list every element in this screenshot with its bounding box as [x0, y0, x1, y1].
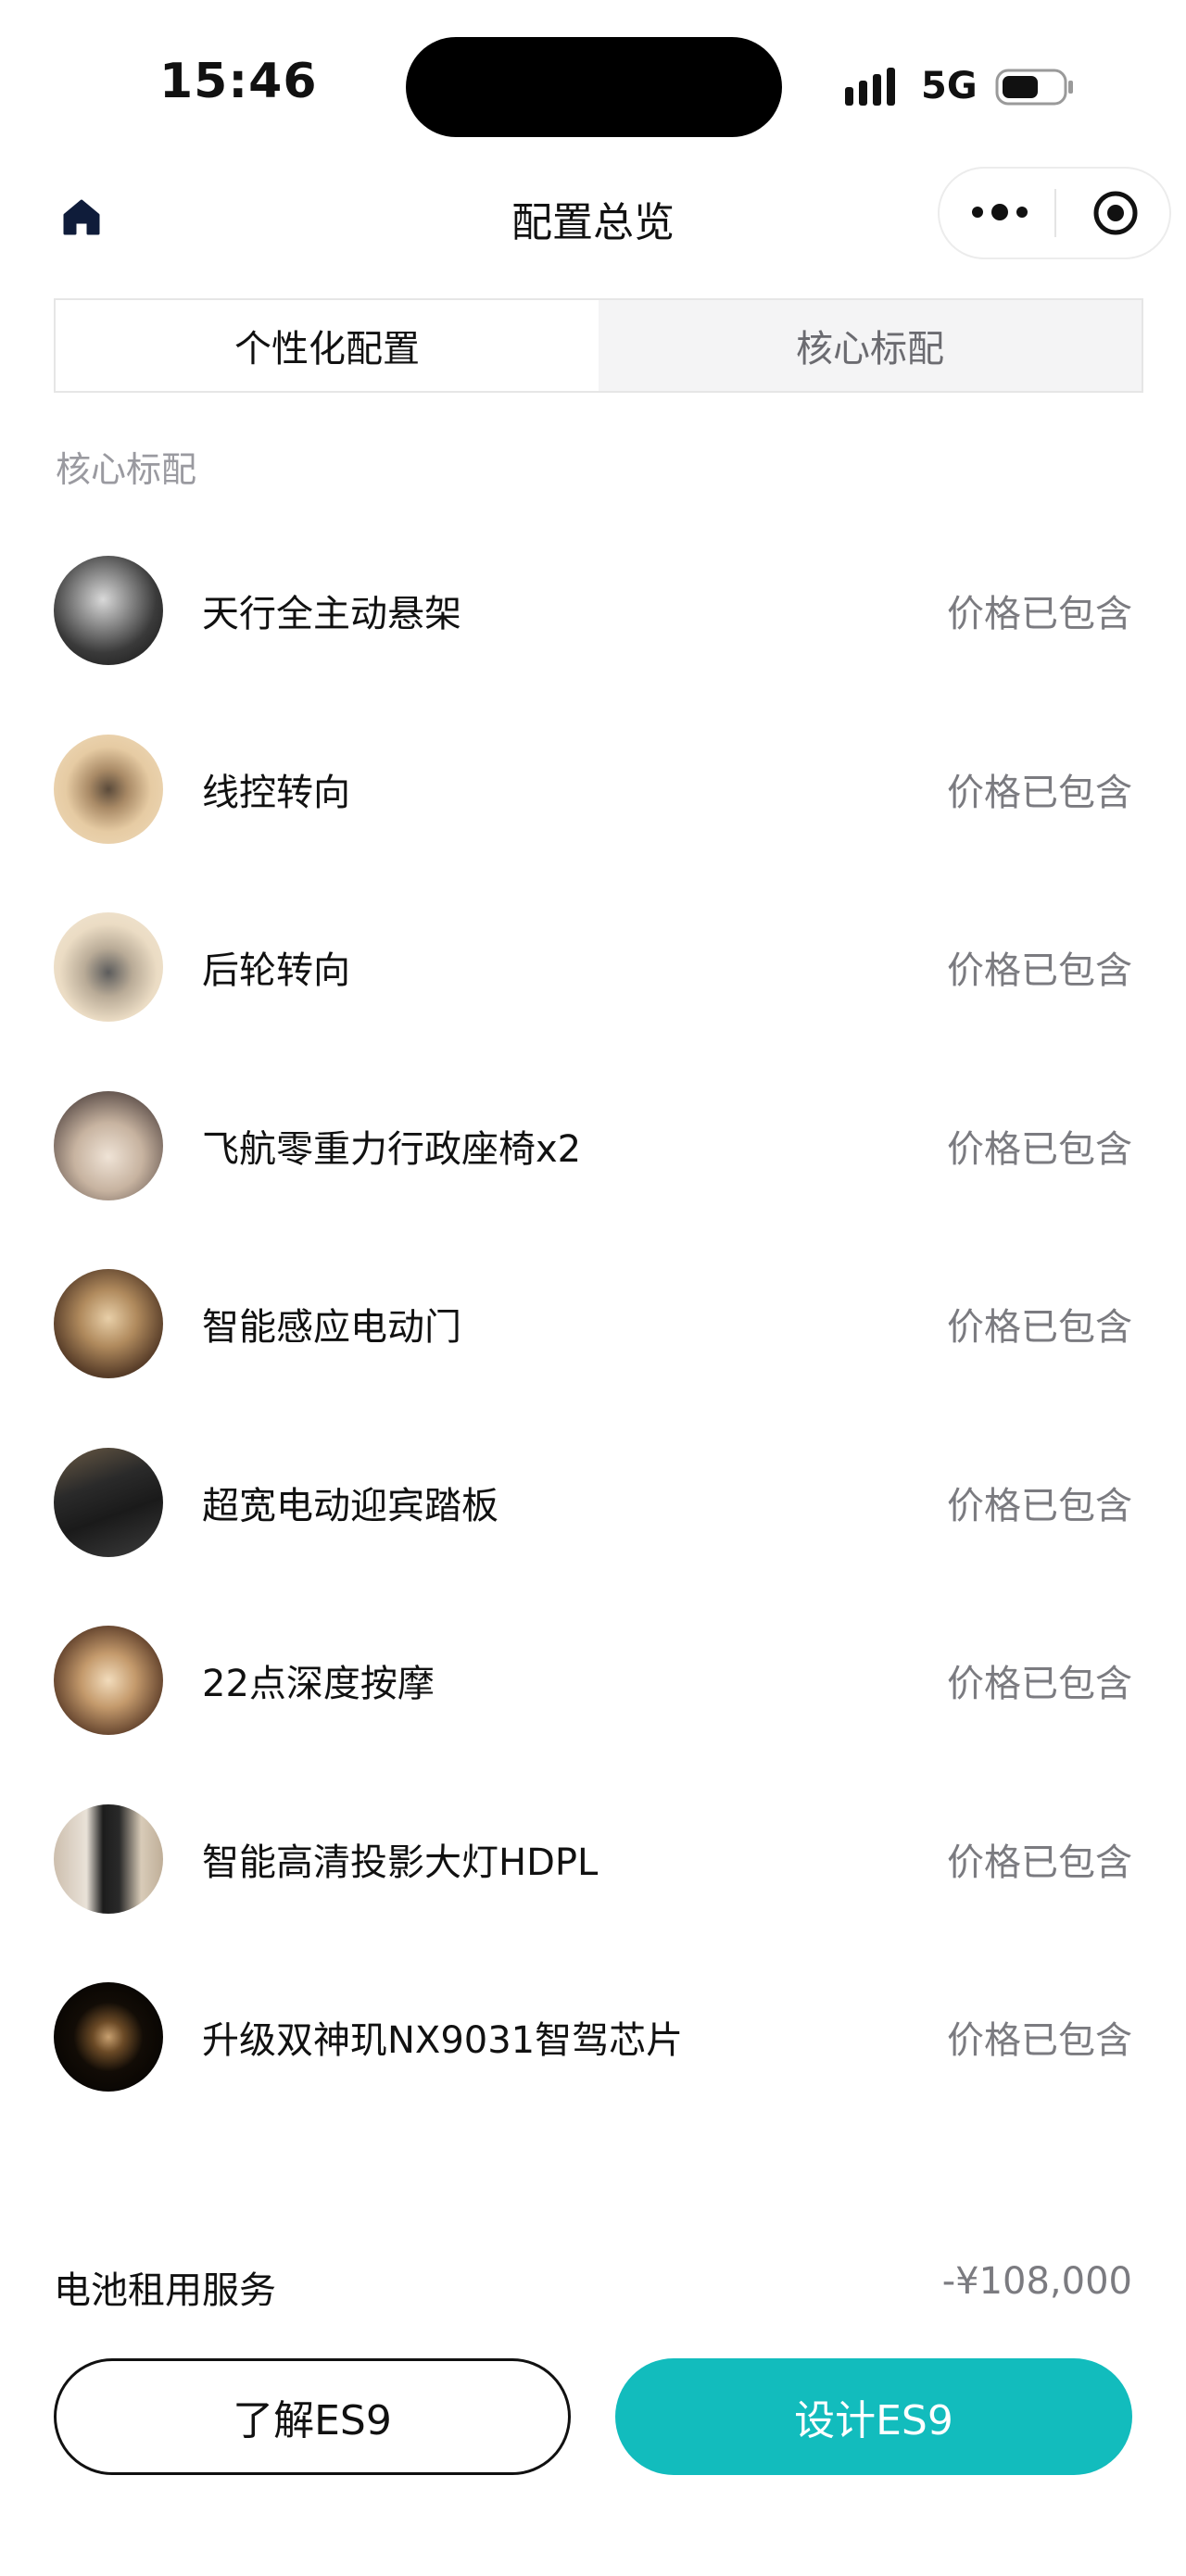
item-name: 后轮转向 — [202, 949, 350, 992]
item-name: 智能感应电动门 — [202, 1306, 461, 1349]
home-icon[interactable] — [59, 195, 104, 239]
list-item[interactable]: 智能高清投影大灯HDPL 价格已包含 — [0, 1795, 1186, 1974]
page-title: 配置总览 — [511, 199, 675, 246]
battery-service-price: -¥108,000 — [941, 2260, 1132, 2303]
capsule-divider — [1054, 189, 1056, 237]
status-bar: 15:46 5G — [0, 0, 1186, 167]
status-time: 15:46 — [159, 54, 318, 109]
battery-service-row: 电池租用服务 -¥108,000 — [0, 2260, 1186, 2316]
rear-steering-thumbnail — [54, 912, 163, 1022]
steering-thumbnail — [54, 734, 163, 844]
dynamic-island — [406, 37, 782, 137]
tab-core-standard[interactable]: 核心标配 — [599, 300, 1142, 391]
item-name: 天行全主动悬架 — [202, 593, 461, 635]
item-name: 智能高清投影大灯HDPL — [202, 1841, 599, 1884]
massage-thumbnail — [54, 1626, 163, 1735]
tab-personalized[interactable]: 个性化配置 — [56, 300, 599, 391]
design-es9-button[interactable]: 设计ES9 — [615, 2358, 1132, 2475]
nav-bar: 配置总览 — [0, 167, 1186, 278]
list-item[interactable]: 天行全主动悬架 价格已包含 — [0, 547, 1186, 725]
item-status: 价格已包含 — [947, 771, 1132, 814]
learn-es9-button[interactable]: 了解ES9 — [54, 2358, 571, 2475]
list-item[interactable]: 超宽电动迎宾踏板 价格已包含 — [0, 1439, 1186, 1617]
signal-icon — [845, 68, 895, 106]
item-status: 价格已包含 — [947, 1306, 1132, 1349]
item-status: 价格已包含 — [947, 949, 1132, 992]
headlight-thumbnail — [54, 1803, 163, 1914]
door-thumbnail — [54, 1269, 163, 1378]
close-target-icon[interactable] — [1091, 189, 1140, 237]
item-name: 超宽电动迎宾踏板 — [202, 1484, 498, 1527]
list-item[interactable]: 线控转向 价格已包含 — [0, 725, 1186, 904]
item-status: 价格已包含 — [947, 1663, 1132, 1705]
list-item[interactable]: 后轮转向 价格已包含 — [0, 903, 1186, 1082]
list-item[interactable]: 22点深度按摩 价格已包含 — [0, 1616, 1186, 1795]
network-label: 5G — [921, 65, 978, 107]
seat-thumbnail — [54, 1090, 163, 1200]
config-tabs: 个性化配置 核心标配 — [54, 298, 1143, 393]
item-status: 价格已包含 — [947, 2019, 1132, 2062]
item-name: 线控转向 — [202, 771, 350, 814]
more-icon[interactable] — [969, 196, 1030, 228]
battery-service-label: 电池租用服务 — [54, 2269, 276, 2312]
list-item[interactable]: 升级双神玑NX9031智驾芯片 价格已包含 — [0, 1973, 1186, 2152]
item-status: 价格已包含 — [947, 1841, 1132, 1884]
item-name: 22点深度按摩 — [202, 1663, 435, 1705]
item-status: 价格已包含 — [947, 1484, 1132, 1527]
battery-icon — [995, 69, 1073, 106]
section-title: 核心标配 — [56, 449, 197, 490]
chip-thumbnail — [54, 1982, 163, 2092]
list-item[interactable]: 智能感应电动门 价格已包含 — [0, 1260, 1186, 1439]
item-status: 价格已包含 — [947, 1127, 1132, 1171]
mini-program-capsule — [938, 167, 1171, 259]
list-item[interactable]: 飞航零重力行政座椅x2 价格已包含 — [0, 1082, 1186, 1261]
item-name: 飞航零重力行政座椅x2 — [202, 1127, 582, 1171]
item-status: 价格已包含 — [947, 593, 1132, 635]
suspension-thumbnail — [54, 556, 163, 665]
item-name: 升级双神玑NX9031智驾芯片 — [202, 2019, 684, 2062]
feature-list: 天行全主动悬架 价格已包含 线控转向 价格已包含 后轮转向 价格已包含 飞航零重… — [0, 547, 1186, 2152]
step-board-thumbnail — [54, 1447, 163, 1557]
